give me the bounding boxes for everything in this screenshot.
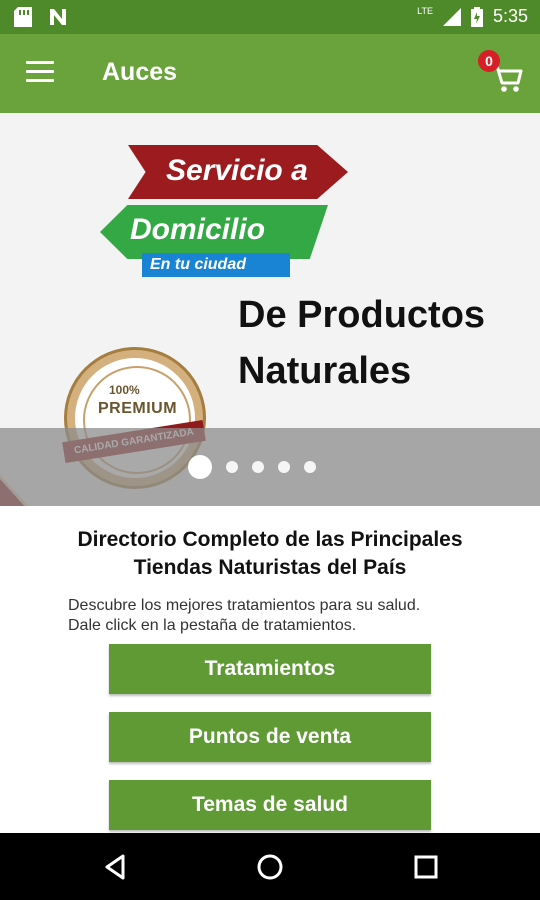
signal-icon	[442, 7, 461, 26]
cart-button[interactable]: 0	[478, 50, 526, 96]
app-title: Auces	[102, 58, 178, 86]
banner-headline-line1: De Productos	[238, 294, 486, 336]
back-icon[interactable]	[98, 849, 134, 885]
battery-icon	[470, 6, 483, 27]
description-line1: Descubre los mejores tratamientos para s…	[68, 597, 421, 614]
system-navigation-bar	[0, 833, 540, 900]
description-text: Descubre los mejores tratamientos para s…	[68, 596, 488, 636]
main-content: Directorio Completo de las Principales T…	[0, 506, 540, 833]
carousel-dots	[188, 455, 316, 479]
carousel-dot-2[interactable]	[226, 461, 238, 473]
promo-arrow-red: Servicio a	[128, 145, 348, 199]
promo-arrow-green: Domicilio	[100, 205, 328, 259]
status-right-icons: LTE 5:35	[417, 6, 528, 27]
lte-label: LTE	[417, 5, 433, 16]
carousel-dot-1[interactable]	[188, 455, 212, 479]
description-line2: Dale click en la pestaña de tratamientos…	[68, 617, 357, 634]
carousel-dot-5[interactable]	[304, 461, 316, 473]
cart-count-badge: 0	[478, 50, 500, 72]
sd-card-icon	[14, 7, 32, 27]
home-icon[interactable]	[252, 849, 288, 885]
status-left-icons	[14, 7, 68, 27]
promo-line-2: Domicilio	[130, 213, 266, 246]
page-title-line2: Tiendas Naturistas del País	[133, 556, 407, 579]
promo-tag: En tu ciudad	[142, 253, 290, 277]
seal-top-text: 100%	[109, 383, 140, 397]
status-time: 5:35	[492, 6, 528, 26]
promo-banner-carousel[interactable]: Servicio a Domicilio En tu ciudad De Pro…	[0, 113, 540, 506]
page-title-line1: Directorio Completo de las Principales	[77, 528, 463, 551]
status-bar: LTE 5:35	[0, 0, 540, 34]
carousel-dot-4[interactable]	[278, 461, 290, 473]
recents-icon[interactable]	[408, 849, 444, 885]
puntos-de-venta-button[interactable]: Puntos de venta	[109, 712, 431, 762]
page-title: Directorio Completo de las Principales T…	[0, 526, 540, 582]
seal-main-text: PREMIUM	[98, 400, 178, 417]
app-bar: Auces 0	[0, 34, 540, 113]
n-notification-icon	[50, 9, 66, 25]
promo-line-1: Servicio a	[166, 154, 308, 187]
menu-icon[interactable]	[26, 61, 54, 83]
banner-headline: De Productos Naturales	[238, 287, 485, 399]
tratamientos-button[interactable]: Tratamientos	[109, 644, 431, 694]
carousel-dot-3[interactable]	[252, 461, 264, 473]
banner-headline-line2: Naturales	[238, 350, 412, 392]
temas-de-salud-button[interactable]: Temas de salud	[109, 780, 431, 830]
